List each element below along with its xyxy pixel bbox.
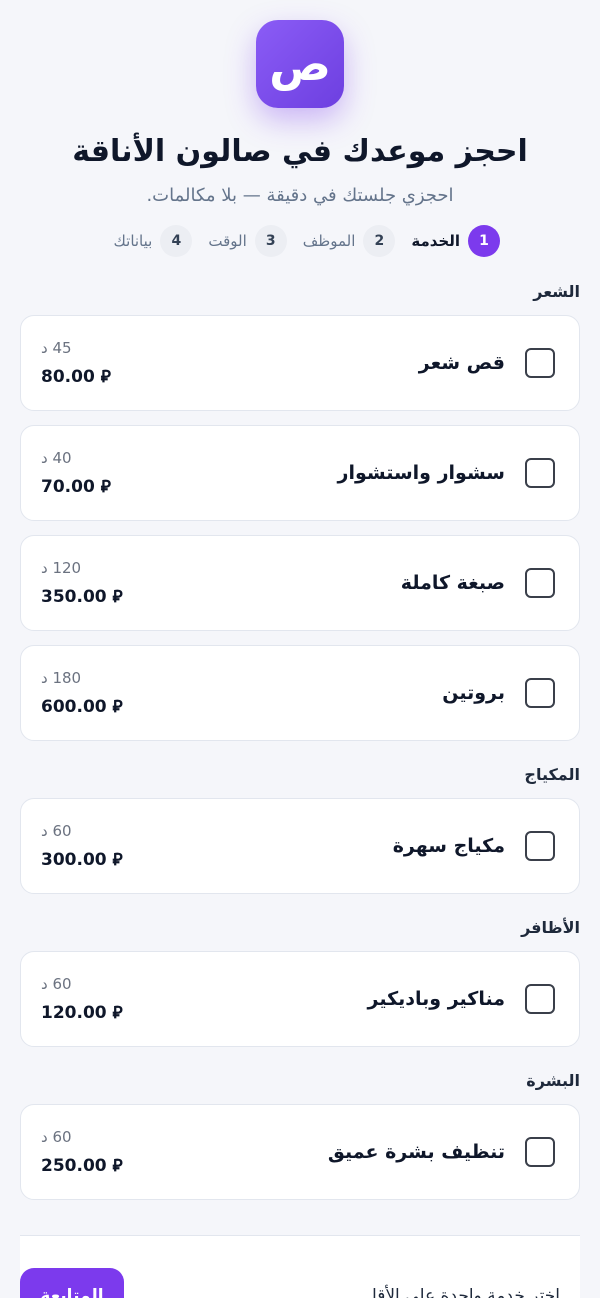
service-checkbox[interactable] (525, 348, 555, 378)
service-card[interactable]: صبغة كاملة 120 د 350.00 ⃁ (20, 535, 580, 631)
service-name: مناكير وباديكير (367, 988, 505, 1010)
step-label: الموظف (302, 232, 356, 250)
page-subtitle: احجزي جلستك في دقيقة — بلا مكالمات. (146, 185, 454, 206)
section-title: المكياج (524, 765, 580, 784)
page-title: احجز موعدك في صالون الأناقة (72, 134, 528, 169)
sticky-footer: اختر خدمة واحدة على الأقل المتابعة (20, 1235, 580, 1298)
service-card[interactable]: بروتين 180 د 600.00 ⃁ (20, 645, 580, 741)
service-duration: 40 د (41, 449, 72, 467)
section-nails: الأظافر مناكير وباديكير 60 د 120.00 ⃁ (0, 918, 600, 1047)
service-card[interactable]: مكياج سهرة 60 د 300.00 ⃁ (20, 798, 580, 894)
step-number: 1 (468, 225, 500, 257)
service-name: مكياج سهرة (392, 835, 505, 857)
service-checkbox[interactable] (525, 678, 555, 708)
service-name: صبغة كاملة (400, 572, 505, 594)
service-duration: 120 د (41, 559, 82, 577)
service-duration: 60 د (41, 1128, 72, 1146)
service-card[interactable]: مناكير وباديكير 60 د 120.00 ⃁ (20, 951, 580, 1047)
service-name: قص شعر (418, 352, 505, 374)
continue-button[interactable]: المتابعة (20, 1267, 124, 1298)
service-card[interactable]: سشوار واستشوار 40 د 70.00 ⃁ (20, 425, 580, 521)
step-staff[interactable]: 2 الموظف (303, 225, 396, 257)
service-price: 250.00 ⃁ (41, 1156, 123, 1176)
header: ص احجز موعدك في صالون الأناقة احجزي جلست… (0, 0, 600, 206)
service-price: 120.00 ⃁ (41, 1003, 123, 1023)
step-label: الوقت (208, 232, 247, 250)
step-label: بياناتك (113, 232, 153, 250)
step-details[interactable]: 4 بياناتك (114, 225, 193, 257)
service-checkbox[interactable] (525, 831, 555, 861)
service-duration: 60 د (41, 975, 72, 993)
service-checkbox[interactable] (525, 568, 555, 598)
service-card[interactable]: قص شعر 45 د 80.00 ⃁ (20, 315, 580, 411)
step-service[interactable]: 1 الخدمة (411, 225, 500, 257)
section-title: الشعر (533, 282, 580, 301)
service-price: 70.00 ⃁ (41, 477, 111, 497)
service-checkbox[interactable] (525, 1137, 555, 1167)
service-name: سشوار واستشوار (337, 462, 505, 484)
salon-logo: ص (256, 20, 344, 108)
step-label: الخدمة (411, 232, 460, 250)
service-duration: 60 د (41, 822, 72, 840)
booking-steps: 1 الخدمة 2 الموظف 3 الوقت 4 بياناتك (0, 224, 600, 258)
step-number: 3 (254, 225, 287, 257)
section-title: الأظافر (521, 918, 580, 937)
section-skin: البشرة تنظيف بشرة عميق 60 د 250.00 ⃁ (0, 1071, 600, 1200)
service-checkbox[interactable] (525, 984, 555, 1014)
service-card[interactable]: تنظيف بشرة عميق 60 د 250.00 ⃁ (20, 1104, 580, 1200)
step-time[interactable]: 3 الوقت (208, 225, 287, 257)
step-number: 4 (160, 225, 193, 257)
logo-glyph: ص (269, 37, 331, 91)
section-hair: الشعر قص شعر 45 د 80.00 ⃁ سشوار واستشوار… (0, 282, 600, 741)
service-price: 350.00 ⃁ (41, 587, 123, 607)
service-checkbox[interactable] (525, 458, 555, 488)
section-makeup: المكياج مكياج سهرة 60 د 300.00 ⃁ (0, 765, 600, 894)
service-name: تنظيف بشرة عميق (327, 1141, 505, 1163)
service-duration: 180 د (41, 669, 82, 687)
service-price: 300.00 ⃁ (41, 850, 123, 870)
section-title: البشرة (526, 1071, 580, 1090)
service-name: بروتين (442, 682, 505, 704)
service-price: 80.00 ⃁ (41, 367, 111, 387)
selection-hint: اختر خدمة واحدة على الأقل (364, 1285, 560, 1298)
step-number: 2 (363, 225, 396, 257)
service-price: 600.00 ⃁ (41, 697, 123, 717)
service-duration: 45 د (41, 339, 72, 357)
